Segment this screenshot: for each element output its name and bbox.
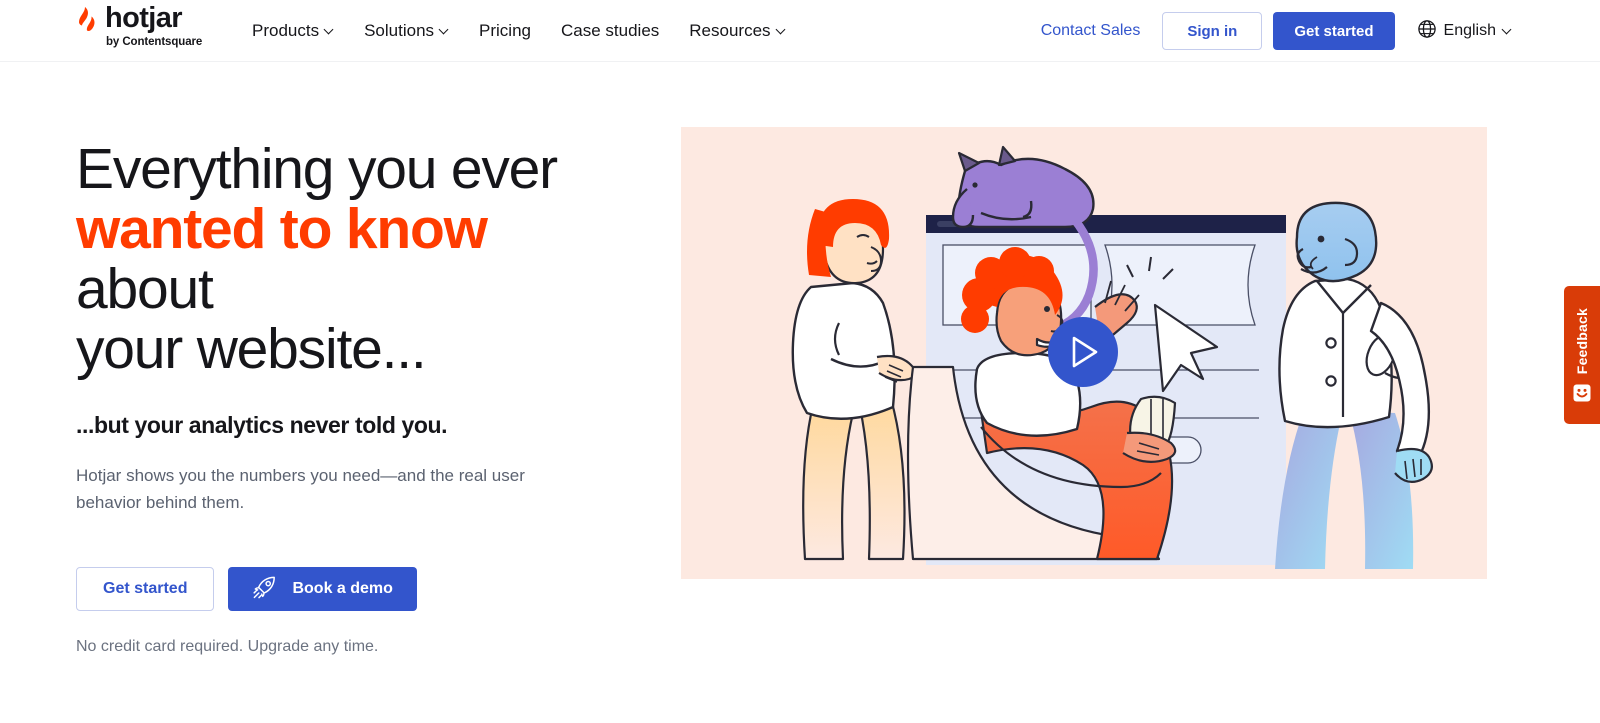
headline-line-1: Everything you ever xyxy=(76,137,558,201)
chevron-down-icon xyxy=(1503,25,1512,34)
main-navigation: Products Solutions Pricing Case studies … xyxy=(252,0,786,62)
hero-text-column: Everything you ever wanted to know about… xyxy=(76,137,636,656)
site-header: hotjar by Contentsquare Products Solutio… xyxy=(0,0,1600,62)
chevron-down-icon xyxy=(777,25,786,34)
get-started-button-hero[interactable]: Get started xyxy=(76,567,215,612)
logo-row: hotjar xyxy=(76,2,183,34)
nav-item-label: Resources xyxy=(689,21,771,40)
play-button-icon xyxy=(1048,317,1118,387)
feedback-tab[interactable]: Feedback xyxy=(1564,286,1600,424)
hero-fine-print: No credit card required. Upgrade any tim… xyxy=(76,638,379,656)
page-title: Everything you ever wanted to know about… xyxy=(76,137,636,381)
chevron-down-icon xyxy=(325,25,334,34)
nav-item-pricing[interactable]: Pricing xyxy=(479,21,531,41)
logo-tagline: by Contentsquare xyxy=(106,36,203,48)
contact-sales-link[interactable]: Contact Sales xyxy=(1041,22,1141,40)
hero-subheadline: ...but your analytics never told you. xyxy=(76,412,448,439)
hero-section: Everything you ever wanted to know about… xyxy=(0,62,1600,723)
sign-in-button[interactable]: Sign in xyxy=(1162,12,1263,50)
logo-wordmark: hotjar xyxy=(105,2,183,34)
logo[interactable]: hotjar by Contentsquare xyxy=(76,4,202,48)
nav-item-resources[interactable]: Resources xyxy=(689,21,785,41)
get-started-button-header[interactable]: Get started xyxy=(1273,12,1395,50)
hero-body-copy: Hotjar shows you the numbers you need—an… xyxy=(76,466,525,512)
nav-item-label: Solutions xyxy=(364,21,435,40)
hero-cta-row: Get started Book a demo xyxy=(76,567,636,612)
smiley-face-icon xyxy=(1573,384,1591,402)
headline-line-2-rest: about xyxy=(76,256,214,321)
book-a-demo-label: Book a demo xyxy=(292,580,393,598)
hotjar-flame-icon xyxy=(76,6,98,32)
chevron-down-icon xyxy=(440,25,449,34)
globe-icon xyxy=(1417,19,1437,44)
nav-item-label: Pricing xyxy=(479,21,531,40)
feedback-label: Feedback xyxy=(1574,308,1590,375)
nav-item-label: Products xyxy=(252,21,320,40)
nav-item-case-studies[interactable]: Case studies xyxy=(561,21,659,41)
header-actions: Contact Sales Sign in Get started Englis… xyxy=(1041,0,1512,62)
headline-line-3: your website... xyxy=(76,316,427,381)
rocket-icon xyxy=(252,574,278,605)
language-selector[interactable]: English xyxy=(1417,19,1512,44)
nav-item-solutions[interactable]: Solutions xyxy=(364,21,449,41)
book-a-demo-button[interactable]: Book a demo xyxy=(228,567,417,612)
language-label: English xyxy=(1443,22,1496,39)
nav-item-products[interactable]: Products xyxy=(252,21,334,41)
headline-accent: wanted to know xyxy=(76,196,488,261)
nav-item-label: Case studies xyxy=(561,21,660,40)
hero-illustration xyxy=(681,127,1487,579)
